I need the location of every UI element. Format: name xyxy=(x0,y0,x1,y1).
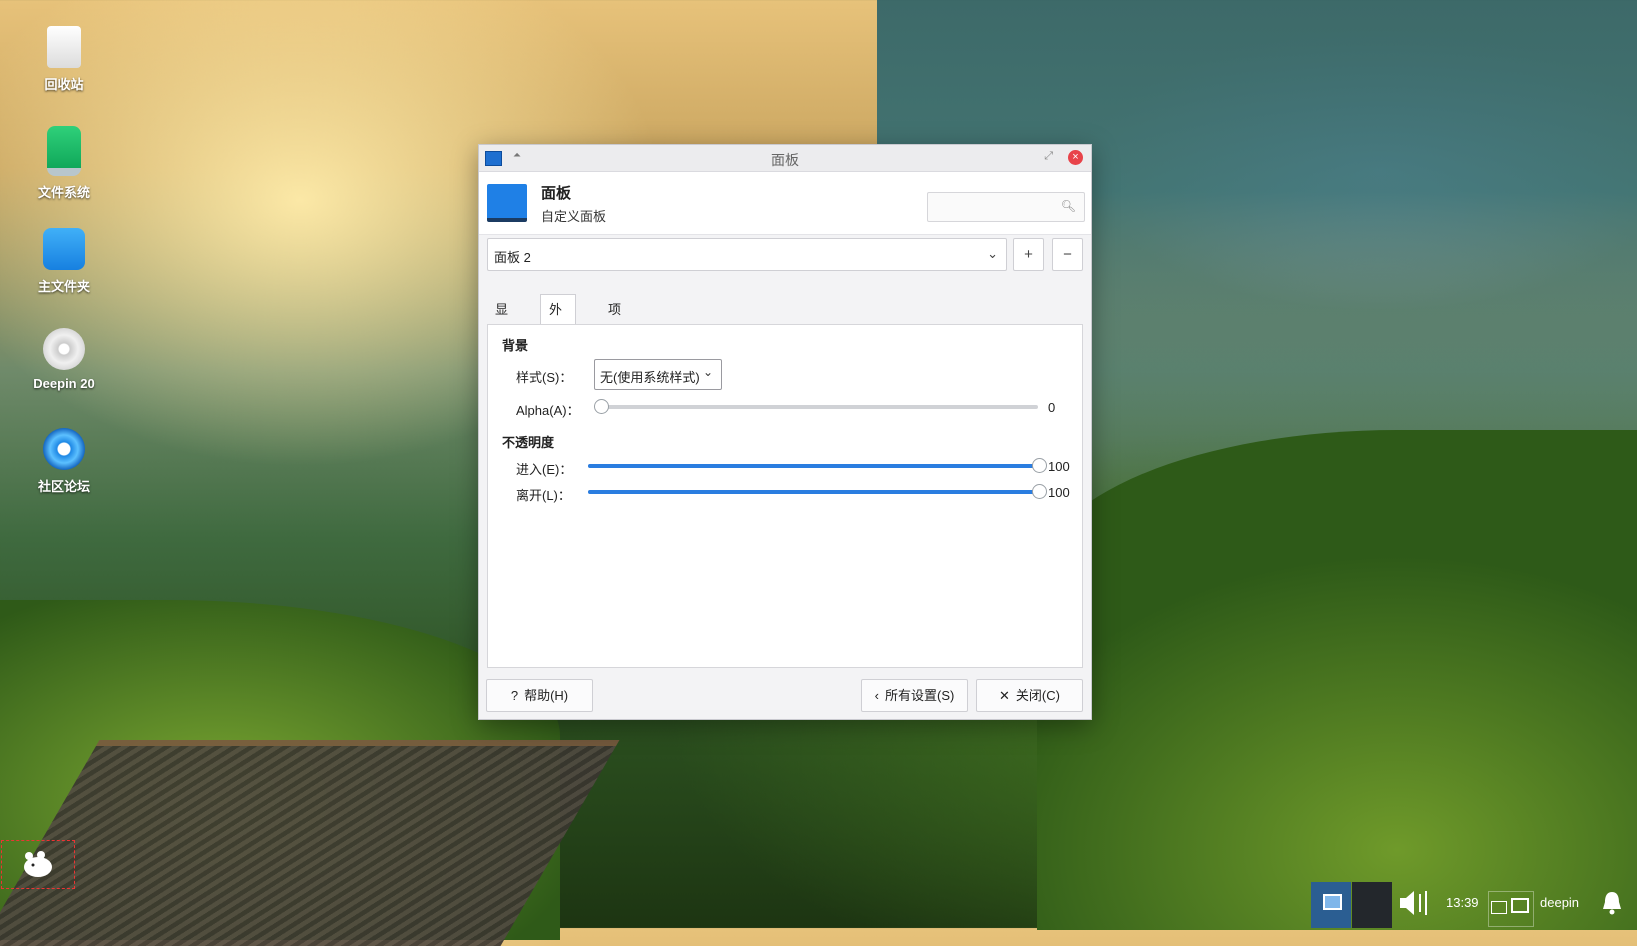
drive-icon xyxy=(47,126,81,176)
desktop-icon-filesystem[interactable]: 文件系统 xyxy=(18,126,110,201)
panel-icon xyxy=(487,184,527,222)
style-select[interactable]: 无(使用系统样式) ⌄ xyxy=(594,359,722,390)
search-icon: 🔍︎ xyxy=(1060,199,1076,213)
all-settings-label: 所有设置(S) xyxy=(885,688,955,703)
search-input[interactable]: 🔍︎ xyxy=(927,192,1085,222)
desktop-icon-home[interactable]: 主文件夹 xyxy=(18,228,110,295)
alpha-value: 0 xyxy=(1048,400,1056,415)
dialog-header: 面板 自定义面板 🔍︎ xyxy=(479,172,1091,235)
leave-value: 100 xyxy=(1048,485,1070,500)
clock[interactable]: 13:39 xyxy=(1446,895,1479,910)
help-icon: ? xyxy=(510,688,519,703)
style-select-value: 无(使用系统样式) xyxy=(600,370,700,385)
background-section-title: 背景 xyxy=(502,338,529,353)
whisker-menu-button[interactable] xyxy=(1,840,75,889)
tab-display[interactable]: 显示(I) xyxy=(487,295,516,377)
window-title: 面板 xyxy=(771,152,799,168)
network-icon xyxy=(1511,898,1529,913)
mouse-logo-icon xyxy=(24,851,52,877)
header-title: 面板 xyxy=(541,185,572,202)
help-button-label: 帮助(H) xyxy=(524,688,569,703)
desktop-icon-forum[interactable]: 社区论坛 xyxy=(18,428,110,495)
leave-opacity-slider[interactable] xyxy=(588,484,1047,499)
chevron-down-icon: ⌄ xyxy=(987,246,998,261)
trash-icon xyxy=(47,26,81,68)
enter-slider-thumb[interactable] xyxy=(1032,458,1047,473)
help-button[interactable]: ? 帮助(H) xyxy=(486,679,593,712)
maximize-icon[interactable]: ⤢ xyxy=(1044,150,1053,163)
wallpaper-hill xyxy=(1037,430,1637,930)
deepin-logo-icon xyxy=(43,428,85,470)
workspace-2[interactable] xyxy=(1352,882,1392,928)
leave-label: 离开(L)： xyxy=(516,488,571,503)
leave-slider-fill xyxy=(588,490,1038,494)
desktop-icon-trash[interactable]: 回收站 xyxy=(18,26,110,93)
close-icon[interactable]: × xyxy=(1068,150,1083,165)
add-panel-button[interactable]: + xyxy=(1013,238,1044,271)
close-button[interactable]: ✕ 关闭(C) xyxy=(976,679,1083,712)
desktop-icon-disc[interactable]: Deepin 20 xyxy=(18,328,110,391)
keyboard-icon xyxy=(1491,901,1507,914)
title-bar[interactable]: ⏶ 面板 ⤢ × xyxy=(479,145,1091,172)
alpha-slider[interactable] xyxy=(594,399,1038,414)
chevron-down-icon: ⌄ xyxy=(702,365,713,379)
speaker-icon xyxy=(1400,891,1427,915)
enter-slider-fill xyxy=(588,464,1038,468)
panel-select[interactable]: 面板 2 ⌄ xyxy=(487,238,1007,271)
alpha-label: Alpha(A)： xyxy=(516,403,580,418)
panel-settings-window: ⏶ 面板 ⤢ × 面板 自定义面板 🔍︎ 面板 2 ⌄ + − 显示(I) 外观… xyxy=(478,144,1092,720)
enter-value: 100 xyxy=(1048,459,1070,474)
panel-select-value: 面板 2 xyxy=(494,250,531,265)
chevron-left-icon: ‹ xyxy=(874,688,879,703)
username[interactable]: deepin xyxy=(1540,895,1579,910)
style-label: 样式(S)： xyxy=(516,370,573,385)
home-folder-icon xyxy=(43,228,85,270)
enter-label: 进入(E)： xyxy=(516,462,573,477)
volume-icon[interactable] xyxy=(1398,888,1432,921)
alpha-slider-thumb[interactable] xyxy=(594,399,609,414)
enter-opacity-slider[interactable] xyxy=(588,458,1047,473)
tab-appearance[interactable]: 外观(N) xyxy=(540,294,577,377)
tab-items[interactable]: 项目(M) xyxy=(600,295,635,377)
remove-panel-button[interactable]: − xyxy=(1052,238,1083,271)
opacity-section-title: 不透明度 xyxy=(502,435,555,450)
window-thumb-icon xyxy=(1323,894,1342,910)
network-tray[interactable] xyxy=(1488,891,1534,927)
leave-slider-thumb[interactable] xyxy=(1032,484,1047,499)
disc-icon xyxy=(43,328,85,370)
appearance-panel: 背景 样式(S)： 无(使用系统样式) ⌄ Alpha(A)： 0 不透明度 进… xyxy=(487,324,1083,668)
notification-bell-icon[interactable] xyxy=(1600,890,1624,919)
close-icon: ✕ xyxy=(999,688,1010,703)
workspace-1[interactable] xyxy=(1311,882,1351,928)
close-button-label: 关闭(C) xyxy=(1015,688,1060,703)
header-subtitle: 自定义面板 xyxy=(541,209,607,224)
all-settings-button[interactable]: ‹ 所有设置(S) xyxy=(861,679,968,712)
